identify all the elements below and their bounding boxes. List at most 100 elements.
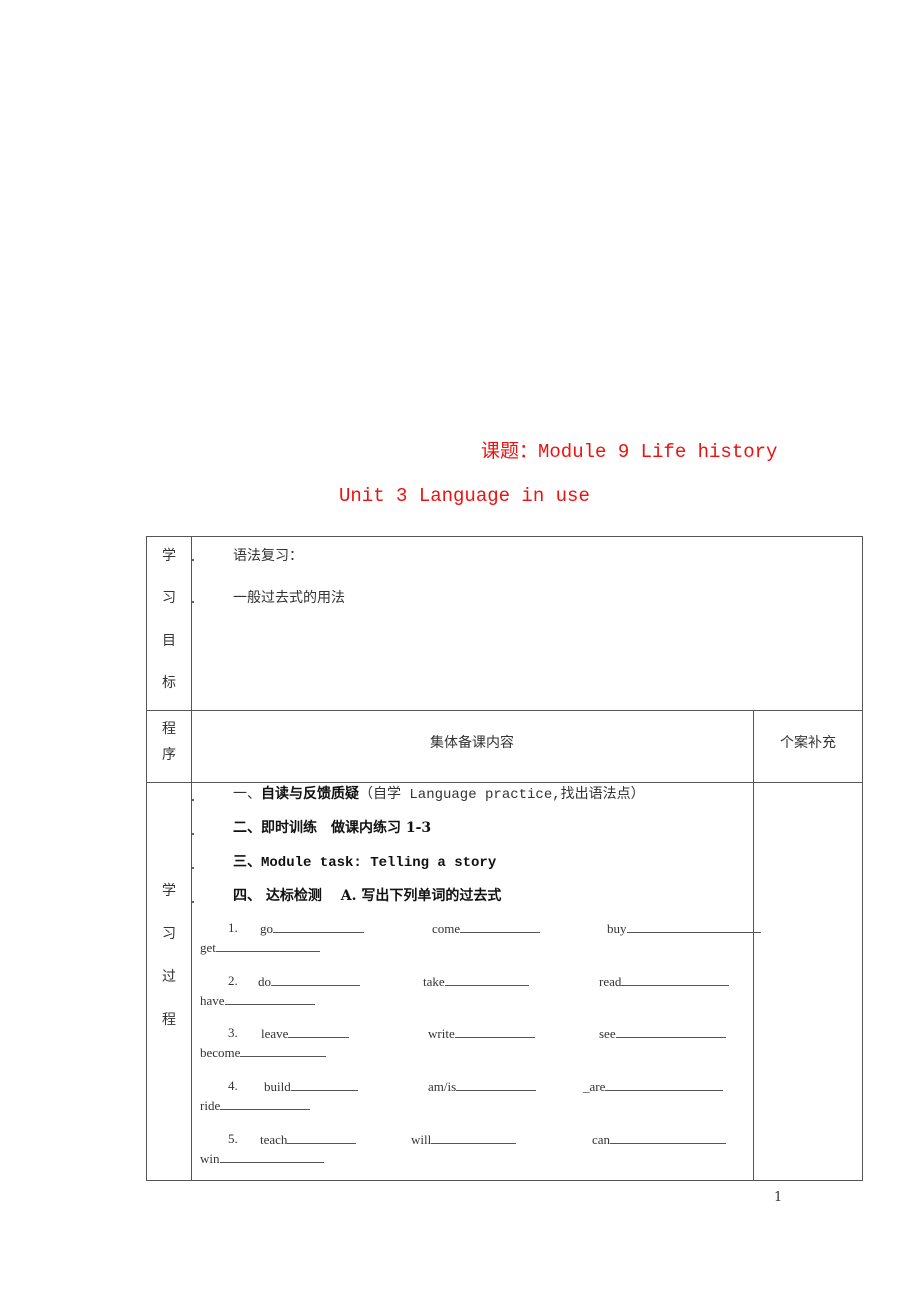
- step-title: 自读与反馈质疑: [261, 786, 359, 802]
- lesson-table: 学 习 目 标 语法复习： 一般过去式的用法 程 序 集体备课内容 个案补充 学…: [146, 536, 863, 1181]
- process-label-char: 学: [162, 883, 176, 899]
- exercise-word: buy: [607, 921, 627, 936]
- exercise-number: 1.: [228, 920, 238, 935]
- step-title: 即时训练: [261, 820, 317, 836]
- answer-blank[interactable]: [456, 1078, 537, 1091]
- answer-blank[interactable]: [287, 1131, 357, 1144]
- answer-blank[interactable]: [271, 973, 360, 986]
- exercise-number: 3.: [228, 1025, 238, 1040]
- answer-blank[interactable]: [220, 1097, 311, 1110]
- exercise-word: have: [200, 993, 225, 1008]
- exercise-word: am/is: [428, 1079, 457, 1094]
- exercise-word: do: [258, 974, 271, 989]
- step-1: 一、自读与反馈质疑（自学 Language practice,找出语法点）: [233, 783, 645, 803]
- exercise-word: read: [599, 974, 622, 989]
- paragraph-mark: [192, 559, 194, 561]
- column-divider: [191, 537, 192, 1181]
- answer-blank[interactable]: [219, 1150, 324, 1163]
- exercise-number: 4.: [228, 1078, 238, 1093]
- exercise-word: ride: [200, 1098, 221, 1113]
- exercise-item: am/is: [428, 1078, 537, 1095]
- exercise-number: 2.: [228, 973, 238, 988]
- answer-blank[interactable]: [431, 1131, 517, 1144]
- exercise-item: come: [432, 920, 541, 937]
- side-heading: 个案补充: [780, 735, 836, 751]
- process-label-char: 过: [162, 969, 176, 985]
- page-number: 1: [774, 1190, 783, 1205]
- step-3: 三、Module task: Telling a story: [233, 851, 496, 871]
- exercise-word: leave: [261, 1026, 289, 1041]
- exercise-word: become: [200, 1045, 241, 1060]
- exercise-item: ride: [200, 1097, 311, 1114]
- exercise-word: go: [260, 921, 273, 936]
- answer-blank[interactable]: [460, 920, 541, 933]
- answer-blank[interactable]: [224, 992, 315, 1005]
- answer-blank[interactable]: [240, 1044, 327, 1057]
- exercise-word: write: [428, 1026, 455, 1041]
- exercise-item: _are: [583, 1078, 724, 1095]
- step-title: Module task: Telling a story: [261, 855, 497, 871]
- objective-line: 语法复习：: [233, 548, 303, 564]
- row-divider: [147, 710, 862, 711]
- answer-blank[interactable]: [454, 1025, 535, 1038]
- exercise-item: win: [200, 1150, 324, 1167]
- process-label-char: 习: [162, 926, 176, 942]
- exercise-item: write: [428, 1025, 535, 1042]
- answer-blank[interactable]: [444, 973, 529, 986]
- exercise-word: _are: [583, 1079, 606, 1094]
- main-heading: 集体备课内容: [430, 735, 514, 751]
- answer-blank[interactable]: [273, 920, 364, 933]
- answer-blank[interactable]: [610, 1131, 727, 1144]
- label-char: 目: [162, 633, 176, 649]
- exercise-word: see: [599, 1026, 616, 1041]
- header-label-char: 程: [162, 721, 176, 737]
- exercise-word: will: [411, 1132, 432, 1147]
- exercise-item: build: [264, 1078, 358, 1095]
- process-label-char: 程: [162, 1012, 176, 1028]
- step-2: 二、即时训练 做课内练习 1-3: [233, 817, 431, 837]
- exercise-item: do: [258, 973, 360, 990]
- column-divider: [753, 710, 754, 1181]
- paragraph-mark: [192, 601, 194, 603]
- exercise-item: buy: [607, 920, 761, 937]
- paragraph-mark: [192, 901, 194, 903]
- exercise-word: can: [592, 1132, 611, 1147]
- answer-blank[interactable]: [626, 920, 761, 933]
- step-4: 四、 达标检测 A. 写出下列单词的过去式: [233, 885, 501, 905]
- answer-blank[interactable]: [615, 1025, 726, 1038]
- exercise-number: 5.: [228, 1131, 238, 1146]
- exercise-item: can: [592, 1131, 727, 1148]
- objective-line: 一般过去式的用法: [233, 590, 345, 606]
- paragraph-mark: [192, 799, 194, 801]
- exercise-item: get: [200, 939, 320, 956]
- header-label-char: 序: [162, 747, 176, 763]
- exercise-word: build: [264, 1079, 291, 1094]
- exercise-word: come: [432, 921, 461, 936]
- exercise-item: have: [200, 992, 315, 1009]
- paragraph-mark: [192, 867, 194, 869]
- answer-blank[interactable]: [290, 1078, 358, 1091]
- step-num: 三、: [233, 854, 261, 870]
- step-detail: 做课内练习 1-3: [317, 820, 432, 836]
- answer-blank[interactable]: [605, 1078, 724, 1091]
- exercise-item: leave: [261, 1025, 350, 1042]
- exercise-item: go: [260, 920, 364, 937]
- step-num: 四、: [233, 888, 261, 904]
- step-num: 二、: [233, 820, 261, 836]
- label-char: 标: [162, 675, 176, 691]
- exercise-item: will: [411, 1131, 517, 1148]
- exercise-word: win: [200, 1151, 220, 1166]
- exercise-item: see: [599, 1025, 726, 1042]
- paragraph-mark: [192, 833, 194, 835]
- exercise-word: take: [423, 974, 445, 989]
- label-char: 习: [162, 590, 176, 606]
- answer-blank[interactable]: [288, 1025, 350, 1038]
- answer-blank[interactable]: [215, 939, 320, 952]
- label-char: 学: [162, 548, 176, 564]
- answer-blank[interactable]: [621, 973, 730, 986]
- exercise-item: become: [200, 1044, 327, 1061]
- exercise-word: get: [200, 940, 216, 955]
- exercise-word: teach: [260, 1132, 288, 1147]
- exercise-item: teach: [260, 1131, 357, 1148]
- title-line-1: 课题：Module 9 Life history: [481, 441, 778, 463]
